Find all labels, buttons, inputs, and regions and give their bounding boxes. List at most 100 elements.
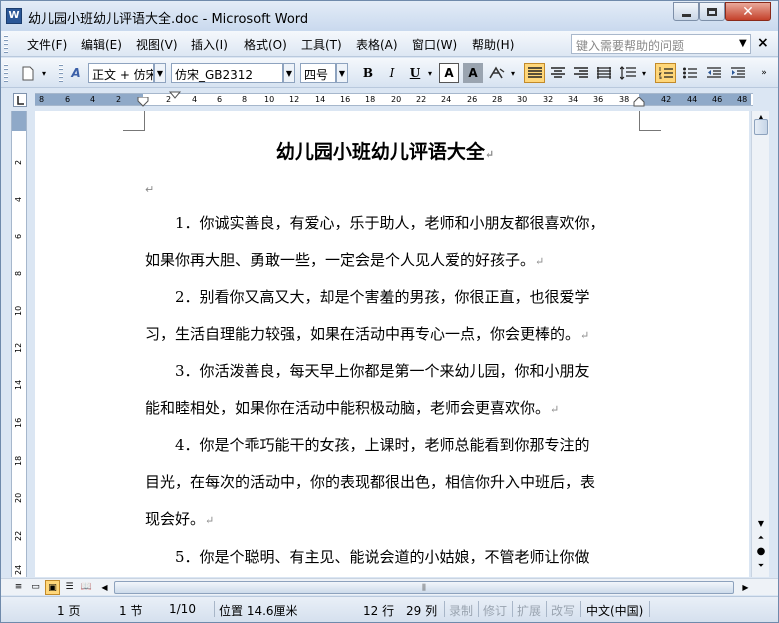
menu-window[interactable]: 窗口(W) — [412, 36, 457, 53]
menu-edit[interactable]: 编辑(E) — [81, 36, 122, 53]
vertical-scroll-thumb[interactable] — [754, 119, 768, 135]
status-separator — [214, 601, 215, 617]
document-title: 幼儿园小班幼儿评语大全↵ — [35, 137, 735, 164]
style-dropdown-icon[interactable]: ▼ — [154, 63, 166, 83]
char-border-button[interactable]: A — [439, 63, 459, 83]
menubar-grip[interactable] — [4, 35, 8, 53]
decrease-indent-button[interactable] — [703, 63, 724, 83]
menu-format[interactable]: 格式(O) — [244, 36, 287, 53]
font-size-dropdown-icon[interactable]: ▼ — [336, 63, 348, 83]
toolbar2-grip[interactable] — [59, 64, 63, 82]
word-window: W 幼儿园小班幼儿评语大全.doc - Microsoft Word ✕ 文件(… — [0, 0, 779, 623]
help-search-input[interactable]: 键入需要帮助的问题 — [571, 34, 751, 54]
vruler-label: 2 — [14, 159, 23, 165]
web-layout-view-icon[interactable]: ▭ — [28, 580, 43, 595]
line-spacing-dropdown-icon[interactable]: ▾ — [639, 63, 649, 83]
close-document-icon[interactable]: × — [757, 35, 769, 51]
status-separator — [580, 601, 581, 617]
toolbar-options-icon[interactable]: ▾ — [39, 63, 49, 83]
ruler-label: 8 — [242, 95, 248, 104]
tab-selector[interactable] — [13, 93, 27, 107]
bold-button[interactable]: B — [358, 63, 378, 83]
menu-help[interactable]: 帮助(H) — [472, 36, 514, 53]
ruler-label: 38 — [619, 95, 630, 104]
vruler-label: 10 — [14, 305, 23, 316]
scroll-left-icon[interactable]: ◀ — [97, 580, 112, 595]
maximize-button[interactable] — [699, 2, 725, 21]
ruler-label: 18 — [365, 95, 376, 104]
vruler-label: 12 — [14, 342, 23, 353]
status-overtype[interactable]: 改写 — [551, 602, 575, 619]
status-extend[interactable]: 扩展 — [517, 602, 541, 619]
paragraph-1: 1．你诚实善良，有爱心，乐于助人，老师和小朋友都很喜欢你， 如果你再大胆、勇敢一… — [145, 205, 645, 279]
distributed-button[interactable] — [593, 63, 614, 83]
style-select[interactable]: 正文 + 仿宋 — [88, 63, 154, 83]
horizontal-ruler[interactable]: 8 6 4 2 2 4 6 8 10 12 14 16 18 20 22 24 … — [35, 91, 753, 107]
menu-view[interactable]: 视图(V) — [136, 36, 178, 53]
menu-tools[interactable]: 工具(T) — [301, 36, 342, 53]
vruler-label: 16 — [14, 417, 23, 428]
char-shading-button[interactable]: A — [463, 63, 483, 83]
status-rec[interactable]: 录制 — [449, 602, 473, 619]
align-center-button[interactable] — [547, 63, 568, 83]
menu-file[interactable]: 文件(F) — [27, 36, 67, 53]
scroll-right-icon[interactable]: ▶ — [738, 580, 753, 595]
status-separator — [478, 601, 479, 617]
next-page-icon[interactable]: ⏷ — [753, 559, 769, 573]
underline-button[interactable]: U — [405, 63, 425, 83]
menu-table[interactable]: 表格(A) — [356, 36, 398, 53]
ruler-label: 46 — [712, 95, 723, 104]
paragraph-mark: ↵ — [550, 403, 560, 416]
hanging-indent-icon[interactable] — [137, 97, 149, 107]
outline-view-icon[interactable]: ☰ — [62, 580, 77, 595]
numbering-button[interactable] — [655, 63, 676, 83]
font-dropdown-icon[interactable]: ▼ — [283, 63, 295, 83]
maximize-icon — [707, 7, 717, 16]
status-column: 29 列 — [406, 604, 438, 618]
vruler-label: 22 — [14, 530, 23, 541]
help-dropdown-icon[interactable]: ▼ — [739, 38, 747, 49]
horizontal-scroll-thumb[interactable]: ⫼ — [114, 581, 734, 594]
bullets-button[interactable] — [679, 63, 700, 83]
highlight-dropdown-icon[interactable]: ▾ — [508, 63, 518, 83]
line-spacing-button[interactable] — [617, 63, 638, 83]
paragraph-mark: ↵ — [580, 329, 590, 342]
word-app-icon[interactable]: W — [6, 8, 22, 24]
minimize-button[interactable] — [673, 2, 699, 21]
underline-dropdown-icon[interactable]: ▾ — [425, 63, 435, 83]
font-size-select[interactable]: 四号 — [300, 63, 336, 83]
bullets-icon — [682, 67, 697, 79]
status-track-changes[interactable]: 修订 — [483, 602, 507, 619]
status-language[interactable]: 中文(中国) — [586, 602, 643, 619]
normal-view-icon[interactable]: ≡ — [11, 580, 26, 595]
toolbar-overflow-icon[interactable]: » — [757, 63, 771, 83]
print-layout-view-icon[interactable]: ▣ — [45, 580, 60, 595]
status-separator — [512, 601, 513, 617]
paragraph-line: 习，生活自理能力较强，如果在活动中再专心一点，你会更棒的。↵ — [145, 316, 645, 353]
right-indent-icon[interactable] — [633, 97, 645, 107]
highlight-button[interactable] — [487, 63, 507, 83]
vertical-scrollbar[interactable]: ▲ ▼ ⏶ ● ⏷ — [751, 111, 769, 577]
align-right-button[interactable] — [570, 63, 591, 83]
increase-indent-button[interactable] — [727, 63, 748, 83]
ruler-label: 10 — [264, 95, 275, 104]
numbering-icon — [658, 67, 673, 79]
ruler-label: 26 — [467, 95, 478, 104]
document-page[interactable]: 幼儿园小班幼儿评语大全↵ ↵ 1．你诚实善良，有爱心，乐于助人，老师和小朋友都很… — [35, 111, 749, 577]
italic-button[interactable]: I — [382, 63, 402, 83]
paragraph-line: 能和睦相处，如果你在活动中能积极动脑，老师会更喜欢你。↵ — [145, 390, 645, 427]
scroll-down-icon[interactable]: ▼ — [753, 517, 769, 531]
previous-page-icon[interactable]: ⏶ — [753, 531, 769, 545]
align-justify-button[interactable] — [524, 63, 545, 83]
vertical-ruler[interactable]: 2 4 6 8 10 12 14 16 18 20 22 24 — [11, 111, 27, 577]
toolbar-grip[interactable] — [4, 64, 8, 82]
first-line-indent-icon[interactable] — [169, 91, 181, 99]
browse-object-icon[interactable]: ● — [753, 545, 769, 559]
decrease-indent-icon — [706, 67, 721, 78]
new-document-button[interactable] — [19, 63, 37, 83]
menu-insert[interactable]: 插入(I) — [191, 36, 228, 53]
font-select[interactable]: 仿宋_GB2312 — [171, 63, 283, 83]
styles-pane-icon[interactable]: A — [67, 63, 85, 83]
reading-layout-view-icon[interactable]: 📖 — [79, 580, 94, 595]
close-button[interactable]: ✕ — [725, 2, 771, 21]
